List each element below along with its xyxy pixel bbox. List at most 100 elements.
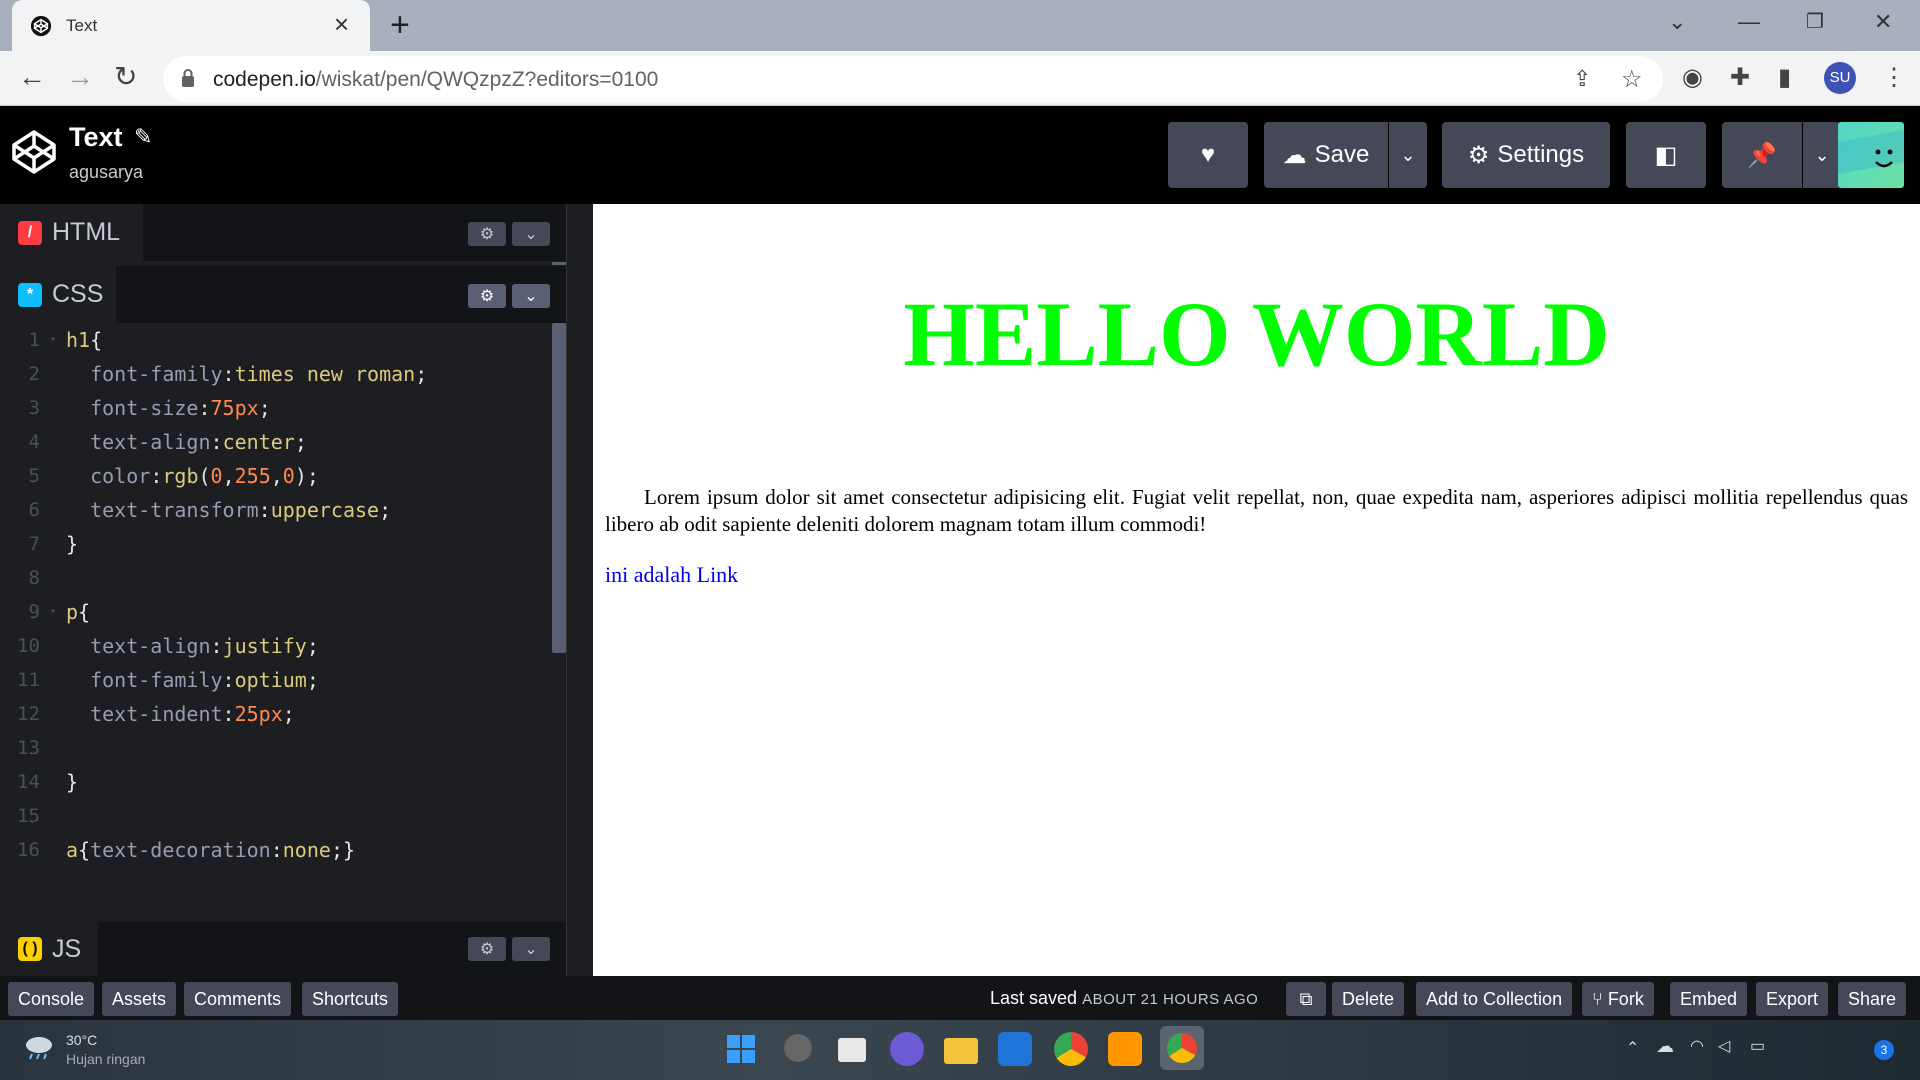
editor-scrollbar[interactable] [552,323,566,653]
code-line[interactable]: 2 font-family:times new roman; [0,357,552,391]
reload-icon[interactable]: ↻ [114,62,137,92]
js-braces-icon: ( ) [18,937,42,961]
css-code-editor[interactable]: 1 ▾ h1{2 font-family:times new roman; 3 fon… [0,323,552,913]
tab-close-icon[interactable]: × [334,10,349,38]
task-view-icon[interactable] [838,1038,866,1062]
code-line[interactable]: 13 [0,731,552,765]
user-avatar[interactable] [1838,122,1904,188]
fold-arrow-icon[interactable]: ▾ [46,323,56,357]
code-line[interactable]: 12 text-indent:25px; [0,697,552,731]
preview-link[interactable]: ini adalah Link [605,562,738,588]
shortcuts-button[interactable]: Shortcuts [302,982,399,1016]
browser-tab[interactable]: Text × [12,0,370,51]
code-line[interactable]: 14} [0,765,552,799]
code-line[interactable]: 10 text-align:justify; [0,629,552,663]
minimize-window-icon[interactable]: — [1738,8,1760,36]
chrome-profile-active-icon[interactable] [1160,1026,1204,1070]
chevron-down-icon: ⌄ [1400,144,1416,165]
embed-button[interactable]: Embed [1670,982,1748,1016]
avatar-face-icon [1838,130,1904,174]
search-icon[interactable] [784,1034,812,1062]
new-tab-icon[interactable]: + [390,8,410,42]
pen-author[interactable]: agusarya [69,162,143,183]
sublime-text-icon[interactable] [1108,1032,1142,1066]
fork-button[interactable]: ⑂ Fork [1582,982,1654,1016]
side-panel-icon[interactable]: ▮ [1778,63,1791,92]
wifi-icon[interactable]: ◠ [1690,1036,1704,1056]
microsoft-store-icon[interactable] [998,1032,1032,1066]
profile-avatar[interactable]: SU [1824,62,1856,94]
css-editor-tab[interactable]: * CSS [0,266,116,323]
line-number: 11 [17,669,40,691]
html-settings-button[interactable]: ⚙ [468,222,506,246]
teams-chat-icon[interactable] [890,1032,924,1066]
save-options-button[interactable]: ⌄ [1389,122,1427,188]
js-collapse-button[interactable]: ⌄ [512,937,550,961]
comments-button[interactable]: Comments [184,982,292,1016]
pin-button[interactable]: 📌 [1722,122,1802,188]
tab-search-chevron-icon[interactable]: ⌄ [1668,8,1686,36]
notification-badge[interactable]: 3 [1874,1040,1894,1060]
css-editor-header: * CSS ⚙ ⌄ [0,266,566,323]
volume-icon[interactable]: ◁ [1718,1036,1730,1056]
address-bar[interactable]: codepen.io/wiskat/pen/QWQzpzZ?editors=01… [163,56,1663,102]
export-button[interactable]: Export [1756,982,1829,1016]
line-number: 1 [28,329,40,351]
add-to-collection-button[interactable]: Add to Collection [1416,982,1573,1016]
css-collapse-button[interactable]: ⌄ [512,284,550,308]
change-view-button[interactable]: ◧ [1626,122,1706,188]
code-line[interactable]: 6 text-transform:uppercase; [0,493,552,527]
love-button[interactable]: ♥ [1168,122,1248,188]
fold-arrow-icon[interactable]: ▾ [46,595,56,629]
css-settings-button[interactable]: ⚙ [468,284,506,308]
share-button[interactable]: Share [1838,982,1907,1016]
system-tray-chevron-icon[interactable]: ⌃ [1626,1038,1639,1058]
console-button[interactable]: Console [8,982,95,1016]
resize-gutter[interactable] [566,204,593,976]
pen-title[interactable]: Text [69,122,123,153]
bookmark-star-icon[interactable]: ☆ [1621,65,1643,94]
pin-options-button[interactable]: ⌄ [1803,122,1841,188]
assets-button[interactable]: Assets [102,982,177,1016]
chrome-icon[interactable] [1054,1032,1088,1066]
chevron-down-icon: ⌄ [524,941,538,958]
restore-window-icon[interactable]: ❐ [1806,8,1824,36]
battery-icon[interactable]: ▭ [1750,1036,1765,1056]
weather-rain-icon[interactable] [22,1034,56,1060]
settings-button[interactable]: ⚙ Settings [1442,122,1610,188]
js-editor-tab[interactable]: ( ) JS [0,922,98,976]
save-button[interactable]: ☁ Save [1264,122,1388,188]
forward-arrow-icon[interactable]: → [66,62,94,92]
back-arrow-icon[interactable]: ← [18,62,46,92]
code-line[interactable]: 16 a{text-decoration:none;} [0,833,552,867]
code-line[interactable]: 3 font-size:75px; [0,391,552,425]
open-external-button[interactable]: ⧉ [1286,982,1326,1016]
js-settings-button[interactable]: ⚙ [468,937,506,961]
pin-icon: 📌 [1747,141,1777,169]
close-window-icon[interactable]: ✕ [1874,8,1892,36]
code-line[interactable]: 7} [0,527,552,561]
html-collapse-button[interactable]: ⌄ [512,222,550,246]
extensions-puzzle-icon[interactable]: ✚ [1730,63,1750,92]
windows-start-icon[interactable] [724,1032,758,1066]
code-line[interactable]: 5 color:rgb(0,255,0); [0,459,552,493]
html-editor-tab[interactable]: / HTML [0,204,143,261]
file-explorer-icon[interactable] [944,1038,978,1064]
delete-button[interactable]: Delete [1332,982,1405,1016]
codepen-logo-icon[interactable] [10,128,58,176]
code-line[interactable]: 11 font-family:optium; [0,663,552,697]
code-text: p{ [66,595,90,629]
code-line[interactable]: 8 [0,561,552,595]
code-line[interactable]: 9 ▾ p{ [0,595,552,629]
share-page-icon[interactable]: ⇪ [1573,66,1591,92]
code-line[interactable]: 1 ▾ h1{ [0,323,552,357]
browser-menu-icon[interactable]: ⋮ [1882,63,1906,92]
edit-title-pencil-icon[interactable]: ✎ [134,124,152,150]
extension-globe-icon[interactable]: ◉ [1682,63,1703,92]
code-line[interactable]: 15 [0,799,552,833]
code-text: } [66,765,78,799]
onedrive-cloud-icon[interactable]: ☁ [1656,1036,1674,1057]
line-number: 7 [28,533,40,555]
code-line[interactable]: 4 text-align:center; [0,425,552,459]
